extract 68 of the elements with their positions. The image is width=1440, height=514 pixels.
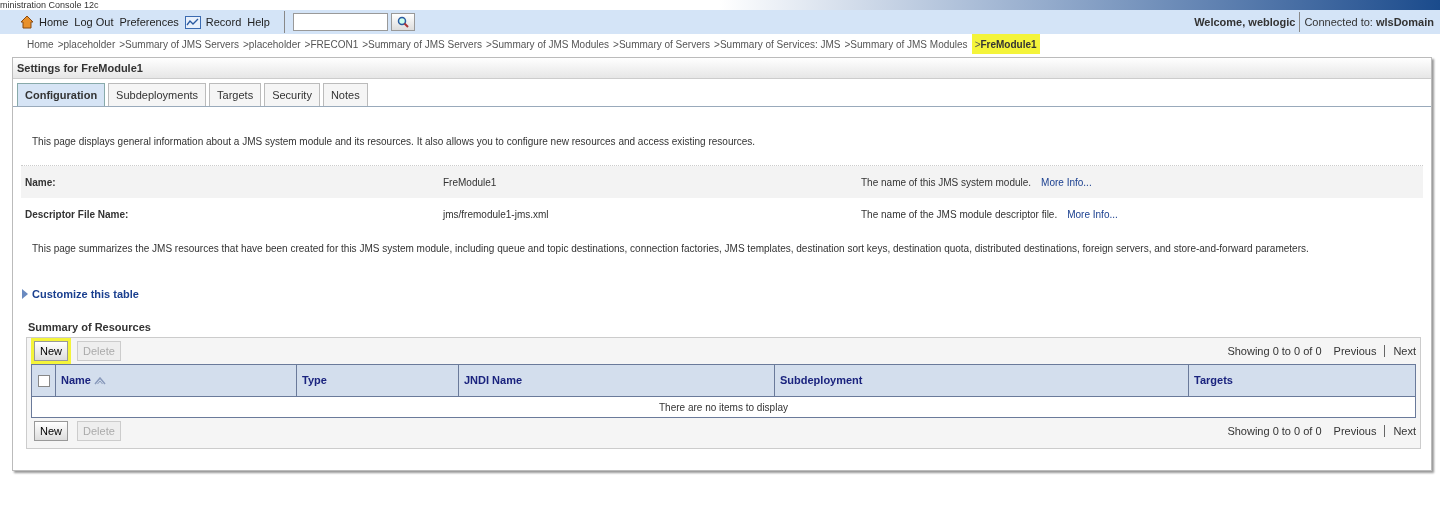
checkbox[interactable] — [37, 374, 50, 387]
action-button[interactable]: New — [34, 340, 68, 362]
toolbar-link[interactable]: Home — [39, 13, 69, 31]
breadcrumb-link[interactable]: placeholder — [63, 36, 116, 52]
empty-message: There are no items to display — [659, 400, 788, 415]
more-info-link[interactable]: More Info... — [1067, 206, 1118, 222]
paging-status: Showing 0 to 0 of 0 — [1227, 343, 1322, 359]
tab[interactable]: Targets — [209, 83, 262, 106]
action-button[interactable]: New — [34, 420, 68, 442]
tab[interactable]: Configuration — [17, 83, 106, 106]
more-info-link[interactable]: More Info... — [1041, 174, 1092, 190]
field-help: The name of the JMS module descriptor file. — [861, 207, 1058, 222]
breadcrumb-link[interactable]: Home — [27, 36, 54, 52]
toolbar-link[interactable]: Record — [205, 13, 242, 31]
field-value: jms/fremodule1-jms.xml — [443, 207, 550, 222]
window-title: ministration Console 12c — [0, 0, 99, 10]
table-title: Summary of Resources — [28, 319, 152, 335]
summary-text: This page summarizes the JMS resources that have been created for this JMS system module, including queue and topic destinations, connection factories, JMS templates, destination sort keys, destination quota, distributed destinations, foreign servers, and store-and-forward parameters. — [32, 242, 1310, 256]
field-label: Descriptor File Name: — [24, 207, 130, 222]
breadcrumb-link[interactable]: Summary of JMS Modules — [850, 36, 968, 52]
breadcrumb-link[interactable]: Summary of Services: JMS — [719, 36, 841, 52]
breadcrumb-separator: > — [362, 37, 369, 52]
breadcrumb-separator: > — [304, 37, 311, 52]
breadcrumb-separator: > — [57, 37, 64, 52]
breadcrumb-link[interactable]: placeholder — [248, 36, 301, 52]
breadcrumb-link[interactable]: Summary of JMS Servers — [368, 36, 482, 52]
breadcrumb-separator: > — [119, 37, 126, 52]
field-label: Name: — [24, 175, 57, 190]
field-help: The name of this JMS system module. — [861, 175, 1032, 190]
breadcrumb-separator: > — [486, 37, 492, 52]
breadcrumb-separator: > — [613, 37, 619, 52]
welcome-text: Welcome, weblogic — [1194, 14, 1296, 30]
tab[interactable]: Notes — [322, 83, 368, 106]
breadcrumb-link[interactable]: Summary of JMS Servers — [125, 36, 239, 52]
breadcrumb-separator: > — [243, 37, 249, 52]
next-link[interactable]: Next — [1393, 422, 1416, 440]
search-field[interactable] — [292, 13, 388, 31]
breadcrumb-separator: > — [714, 37, 720, 52]
paging-status: Showing 0 to 0 of 0 — [1227, 423, 1322, 439]
breadcrumb-separator: > — [974, 37, 981, 52]
chart-icon — [184, 15, 201, 29]
house-icon — [20, 15, 34, 29]
field-value: FreModule1 — [443, 175, 498, 190]
column-header[interactable]: JNDI Name — [464, 372, 523, 389]
breadcrumb-link[interactable]: FRECON1 — [310, 36, 359, 52]
previous-link[interactable]: Previous — [1333, 342, 1377, 360]
connected-label: Connected to: — [1304, 14, 1373, 30]
search-icon — [396, 16, 409, 28]
column-header[interactable]: Type — [302, 372, 327, 389]
breadcrumb-separator: > — [844, 37, 851, 52]
toolbar-link[interactable]: Log Out — [74, 13, 114, 31]
intro-text: This page displays general information about a JMS system module and its resources. It also allows you to configure new resources and access existing resources. — [32, 135, 757, 149]
customize-link[interactable]: Customize this table — [32, 286, 139, 303]
next-link[interactable]: Next — [1393, 342, 1416, 360]
toolbar-link[interactable]: Preferences — [119, 13, 179, 31]
domain-name: wlsDomain — [1375, 14, 1434, 30]
current-breadcrumb: FreModule1 — [980, 37, 1037, 52]
column-header[interactable]: Name — [61, 372, 91, 389]
previous-link[interactable]: Previous — [1333, 422, 1377, 440]
tab[interactable]: Subdeployments — [108, 83, 207, 106]
tab[interactable]: Security — [264, 83, 320, 106]
search-button[interactable] — [390, 13, 415, 31]
breadcrumb-link[interactable]: Summary of Servers — [618, 36, 711, 52]
panel-title: Settings for FreModule1 — [17, 60, 143, 76]
column-header[interactable]: Targets — [1194, 372, 1233, 389]
column-header[interactable]: Subdeployment — [780, 372, 863, 389]
breadcrumb-link[interactable]: Summary of JMS Modules — [491, 36, 610, 52]
toolbar-link[interactable]: Help — [247, 13, 270, 31]
